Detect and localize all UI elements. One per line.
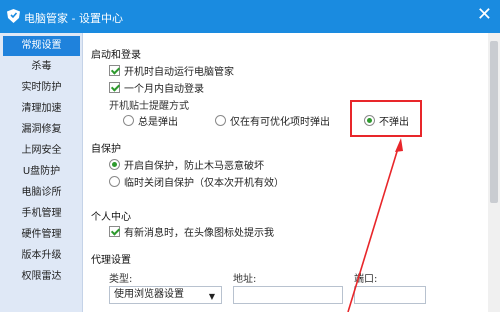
settings-content: 启动和登录 开机时自动运行电脑管家 一个月内自动登录 开机贴士提醒方式 总是弹出… [84,33,488,312]
proxy-type-label: 类型: [109,274,133,285]
sidebar-item-web-security[interactable]: 上网安全 [3,141,80,161]
title-bar: 电脑管家 - 设置中心 ✕ [0,0,500,33]
shield-logo-icon [7,9,20,23]
section-title-startup: 启动和登录 [91,50,141,61]
auto-run-label: 开机时自动运行电脑管家 [124,67,234,78]
auto-run-checkbox[interactable] [109,65,120,76]
dropdown-arrow-icon: ▼ [208,292,215,301]
sidebar-item-cleanup[interactable]: 清理加速 [3,99,80,119]
auto-login-option[interactable]: 一个月内自动登录 [109,80,204,95]
self-protect-on-label: 开启自保护，防止木马恶意破坏 [124,161,264,172]
sidebar-item-phone-management[interactable]: 手机管理 [3,204,80,224]
popup-optimizable-label: 仅在有可优化项时弹出 [230,117,330,128]
new-message-label: 有新消息时，在头像图标处提示我 [124,228,274,239]
close-icon[interactable]: ✕ [477,6,492,24]
vertical-scrollbar[interactable] [488,33,500,312]
sidebar-item-permission-radar[interactable]: 权限雷达 [3,267,80,287]
auto-run-option[interactable]: 开机时自动运行电脑管家 [109,63,234,78]
sidebar-item-pc-clinic[interactable]: 电脑诊所 [3,183,80,203]
settings-sidebar: 常规设置 杀毒 实时防护 清理加速 漏洞修复 上网安全 U盘防护 电脑诊所 手机… [0,33,83,312]
popup-optimizable-option[interactable]: 仅在有可优化项时弹出 [215,113,330,128]
auto-login-label: 一个月内自动登录 [124,84,204,95]
popup-always-radio[interactable] [123,115,134,126]
new-message-option[interactable]: 有新消息时，在头像图标处提示我 [109,224,274,239]
popup-always-option[interactable]: 总是弹出 [123,113,178,128]
self-protect-temp-off-option[interactable]: 临时关闭自保护（仅本次开机有效） [109,174,284,189]
popup-always-label: 总是弹出 [138,117,178,128]
scrollbar-thumb[interactable] [490,41,498,203]
sidebar-item-vulnerability-fix[interactable]: 漏洞修复 [3,120,80,140]
section-title-personal-center: 个人中心 [91,212,131,223]
auto-login-checkbox[interactable] [109,82,120,93]
sidebar-item-antivirus[interactable]: 杀毒 [3,57,80,77]
sidebar-item-realtime-protection[interactable]: 实时防护 [3,78,80,98]
popup-optimizable-radio[interactable] [215,115,226,126]
proxy-address-input[interactable] [233,286,343,304]
proxy-type-value: 使用浏览器设置 [114,289,184,300]
self-protect-temp-off-radio[interactable] [109,176,120,187]
proxy-port-input[interactable] [354,286,426,304]
self-protect-temp-off-label: 临时关闭自保护（仅本次开机有效） [124,178,284,189]
self-protect-on-radio[interactable] [109,159,120,170]
proxy-port-label: 端口: [354,274,378,285]
proxy-type-select[interactable]: 使用浏览器设置 ▼ [109,286,222,304]
self-protect-on-option[interactable]: 开启自保护，防止木马恶意破坏 [109,157,264,172]
window-title: 电脑管家 - 设置中心 [24,12,123,25]
section-title-self-protection: 自保护 [91,144,121,155]
sidebar-item-hardware-management[interactable]: 硬件管理 [3,225,80,245]
section-title-proxy: 代理设置 [91,255,131,266]
annotation-highlight-box [350,100,422,137]
new-message-checkbox[interactable] [109,226,120,237]
sidebar-item-usb-protection[interactable]: U盘防护 [3,162,80,182]
popup-mode-label: 开机贴士提醒方式 [109,101,189,112]
sidebar-item-general[interactable]: 常规设置 [3,36,80,56]
proxy-address-label: 地址: [233,274,257,285]
sidebar-item-version-upgrade[interactable]: 版本升级 [3,246,80,266]
